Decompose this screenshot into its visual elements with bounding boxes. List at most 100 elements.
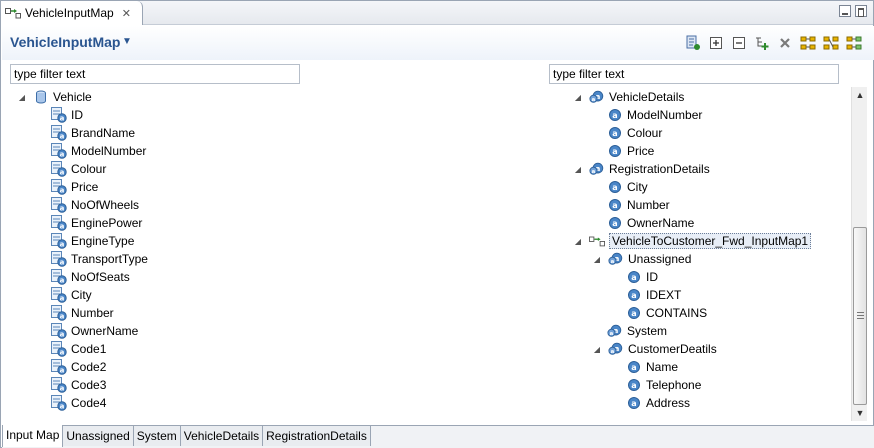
expanded-twisty-icon[interactable]: ◢ <box>592 255 602 264</box>
svg-text:a: a <box>612 219 617 228</box>
svg-text:a: a <box>592 97 596 103</box>
tree-item-address[interactable]: a Address <box>626 394 690 412</box>
tree-item-label: Price <box>627 144 655 158</box>
tree-item-code2[interactable]: a Code2 <box>51 358 106 376</box>
tree-item-id[interactable]: a ID <box>51 106 83 124</box>
left-filter-input[interactable] <box>10 64 300 84</box>
tree-item-unassigned[interactable]: ◢ a a Unassigned <box>592 250 691 268</box>
field-icon: a <box>51 161 67 177</box>
svg-text:a: a <box>611 259 615 265</box>
tree-item-brand-name[interactable]: a BrandName <box>51 124 135 142</box>
tree-item-contains[interactable]: a CONTAINS <box>626 304 707 322</box>
tree-item-code1[interactable]: a Code1 <box>51 340 106 358</box>
input-map-icon <box>589 233 605 249</box>
svg-text:a: a <box>60 276 65 284</box>
collapse-all-icon[interactable] <box>730 34 747 51</box>
tab-vehicle-details[interactable]: VehicleDetails <box>180 426 264 446</box>
field-icon: a <box>51 323 67 339</box>
expanded-twisty-icon[interactable]: ◢ <box>17 93 27 102</box>
tree-item-label: NoOfSeats <box>71 270 130 284</box>
tree-item-price[interactable]: a Price <box>51 178 98 196</box>
tree-item-owner-name[interactable]: a OwnerName <box>607 214 694 232</box>
layout-2-icon[interactable] <box>822 34 839 51</box>
chevron-down-icon[interactable]: ▼ <box>122 36 132 47</box>
svg-text:a: a <box>610 331 614 337</box>
field-icon: a <box>51 107 67 123</box>
tree-item-label: TransportType <box>71 252 148 266</box>
map-icon[interactable] <box>684 34 701 51</box>
tree-item-label: System <box>627 324 668 338</box>
expanded-twisty-icon[interactable]: ◢ <box>573 93 583 102</box>
layout-1-icon[interactable] <box>799 34 816 51</box>
tree-item-transport-type[interactable]: a TransportType <box>51 250 148 268</box>
tree-item-model-number[interactable]: a ModelNumber <box>607 106 702 124</box>
svg-text:a: a <box>612 129 617 138</box>
tree-item-engine-type[interactable]: a EngineType <box>51 232 134 250</box>
attribute-icon: a <box>607 197 623 213</box>
tree-item-colour[interactable]: a Colour <box>607 124 662 142</box>
tree-item-no-of-seats[interactable]: a NoOfSeats <box>51 268 130 286</box>
tree-item-city[interactable]: a City <box>51 286 92 304</box>
tree-item-engine-power[interactable]: a EnginePower <box>51 214 142 232</box>
tree-item-label: Price <box>71 180 99 194</box>
svg-text:a: a <box>60 330 65 338</box>
scroll-thumb[interactable] <box>853 227 867 405</box>
tree-item-id[interactable]: a ID <box>626 268 658 286</box>
tree-item-registration-details[interactable]: ◢ a a RegistrationDetails <box>573 160 710 178</box>
tab-input-map[interactable]: Input Map <box>2 425 64 447</box>
close-icon[interactable]: ✕ <box>122 7 131 20</box>
tree-item-system[interactable]: a a System <box>607 322 667 340</box>
svg-text:a: a <box>631 309 636 318</box>
tree-item-label: Code2 <box>71 360 107 374</box>
expanded-twisty-icon[interactable]: ◢ <box>592 345 602 354</box>
attribute-icon: a <box>626 395 642 411</box>
tree-item-code4[interactable]: a Code4 <box>51 394 106 412</box>
maximize-button[interactable] <box>855 5 867 17</box>
tab-registration-details[interactable]: RegistrationDetails <box>263 426 371 446</box>
scroll-down-icon[interactable]: ▼ <box>852 405 868 421</box>
group-icon: aa <box>589 89 605 105</box>
svg-text:a: a <box>60 402 65 410</box>
svg-text:a: a <box>60 258 65 266</box>
delete-icon[interactable] <box>776 34 793 51</box>
tree-item-owner-name[interactable]: a OwnerName <box>51 322 138 340</box>
add-mapping-icon[interactable] <box>753 34 770 51</box>
scroll-up-icon[interactable]: ▲ <box>852 87 868 103</box>
tree-item-label: Unassigned <box>628 252 692 266</box>
input-map-icon <box>5 6 21 20</box>
tab-system[interactable]: System <box>133 426 181 446</box>
expanded-twisty-icon[interactable]: ◢ <box>573 165 583 174</box>
tree-item-mapping[interactable]: ◢ VehicleToCustomer_Fwd_InputMap1 <box>573 232 812 250</box>
vertical-scrollbar[interactable]: ▲ ▼ <box>851 87 867 421</box>
tree-item-number[interactable]: a Number <box>51 304 114 322</box>
tree-item-number[interactable]: a Number <box>607 196 670 214</box>
tab-unassigned[interactable]: Unassigned <box>63 426 134 446</box>
tree-item-vehicle-details[interactable]: ◢ a a VehicleDetails <box>573 88 684 106</box>
layout-3-icon[interactable] <box>845 34 862 51</box>
tree-item-customer-details[interactable]: ◢ a a CustomerDeatils <box>592 340 717 358</box>
tree-item-colour[interactable]: a Colour <box>51 160 106 178</box>
field-icon: a <box>51 395 67 411</box>
tree-item-label: Number <box>627 198 670 212</box>
expand-all-icon[interactable] <box>707 34 724 51</box>
tree-item-model-number[interactable]: a ModelNumber <box>51 142 146 160</box>
tree-item-city[interactable]: a City <box>607 178 648 196</box>
tree-item-price[interactable]: a Price <box>607 142 654 160</box>
svg-text:a: a <box>612 201 617 210</box>
tree-item-no-of-wheels[interactable]: a NoOfWheels <box>51 196 139 214</box>
tree-item-idext[interactable]: a IDEXT <box>626 286 681 304</box>
editor-tab[interactable]: VehicleInputMap ✕ <box>1 1 143 25</box>
tree-item-telephone[interactable]: a Telephone <box>626 376 701 394</box>
field-icon: a <box>51 233 67 249</box>
expanded-twisty-icon[interactable]: ◢ <box>573 237 583 246</box>
svg-text:a: a <box>60 114 65 122</box>
right-filter-input[interactable] <box>549 64 839 84</box>
group-icon: aa <box>589 161 605 177</box>
tree-item-code3[interactable]: a Code3 <box>51 376 106 394</box>
field-icon: a <box>51 143 67 159</box>
tree-item-label: Telephone <box>646 378 702 392</box>
tree-item-name[interactable]: a Name <box>626 358 678 376</box>
tree-item-label: OwnerName <box>71 324 139 338</box>
minimize-button[interactable] <box>839 5 851 17</box>
tree-item-vehicle[interactable]: ◢ Vehicle <box>17 88 92 106</box>
